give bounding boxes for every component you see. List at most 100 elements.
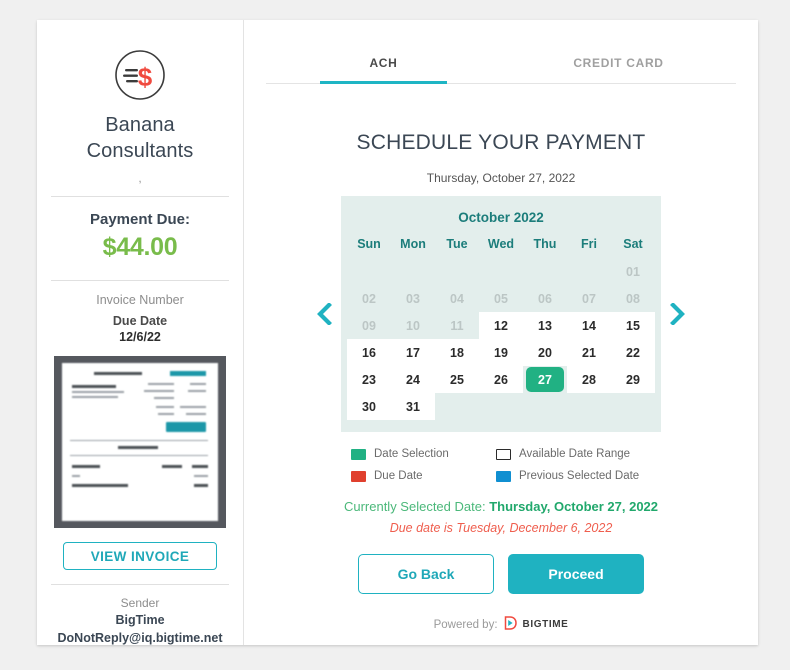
- calendar-day-cell: 08: [626, 291, 640, 306]
- tab-ach[interactable]: ACH: [266, 44, 501, 84]
- payment-due-label: Payment Due:: [89, 210, 191, 228]
- legend-due-date: Due Date: [351, 470, 496, 482]
- legend-available-range: Available Date Range: [496, 448, 651, 460]
- calendar-day-cell: [611, 393, 655, 420]
- calendar-day-cell: 01: [626, 264, 640, 279]
- dollar-motion-icon: $: [113, 48, 167, 102]
- calendar-day-cell: 07: [582, 291, 596, 306]
- due-date-value: 12/6/22: [119, 329, 161, 344]
- calendar-day-cell: [391, 258, 435, 285]
- day-header-sat: Sat: [623, 237, 643, 251]
- calendar-day-13[interactable]: 13: [523, 312, 567, 339]
- calendar-day-14[interactable]: 14: [567, 312, 611, 339]
- calendar-day-cell: [567, 258, 611, 285]
- day-header-wed: Wed: [487, 237, 515, 251]
- invoice-preview-thumbnail[interactable]: [54, 355, 226, 529]
- calendar-day-cell: [523, 393, 567, 420]
- calendar-day-headers: Sun Mon Tue Wed Thu Fri Sat: [341, 233, 661, 258]
- calendar-day-grid: 01 02 03 04 05 06 07 08 09 10 11 12 13 14 15 16 17 18 19 20…: [341, 258, 661, 420]
- calendar-month-label: October 2022: [458, 210, 544, 225]
- proceed-button[interactable]: Proceed: [508, 554, 644, 594]
- calendar-day-21[interactable]: 21: [567, 339, 611, 366]
- powered-by-label: Powered by:: [433, 618, 498, 631]
- payment-due-block: Payment Due: $44.00: [51, 197, 229, 276]
- legend-swatch-red-icon: [351, 470, 366, 482]
- calendar-day-26[interactable]: 26: [479, 366, 523, 393]
- calendar-day-20[interactable]: 20: [523, 339, 567, 366]
- legend-swatch-blue-icon: [496, 470, 511, 482]
- day-header-tue: Tue: [446, 237, 468, 251]
- calendar-day-cell: 11: [450, 318, 464, 333]
- calendar-day-cell: 09: [362, 318, 376, 333]
- calendar-day-19[interactable]: 19: [479, 339, 523, 366]
- legend-previous-selected: Previous Selected Date: [496, 470, 651, 482]
- legend-label-previous-selected: Previous Selected Date: [519, 470, 640, 482]
- calendar-day-cell: 02: [362, 291, 376, 306]
- day-header-sun: Sun: [357, 237, 381, 251]
- calendar-day-28[interactable]: 28: [567, 366, 611, 393]
- sender-email: DoNotReply@iq.bigtime.net: [57, 631, 223, 645]
- due-date-note: Due date is Tuesday, December 6, 2022: [389, 521, 613, 535]
- calendar-day-cell: [479, 258, 523, 285]
- calendar-day-22[interactable]: 22: [611, 339, 655, 366]
- page-title: SCHEDULE YOUR PAYMENT: [356, 131, 646, 154]
- selected-date-value: Thursday, October 27, 2022: [489, 499, 659, 514]
- date-picker-calendar: October 2022 Sun Mon Tue Wed Thu Fri Sat…: [341, 196, 661, 432]
- calendar-day-17[interactable]: 17: [391, 339, 435, 366]
- action-buttons: Go Back Proceed: [244, 554, 758, 594]
- calendar-day-23[interactable]: 23: [347, 366, 391, 393]
- tab-credit-card[interactable]: CREDIT CARD: [501, 44, 736, 83]
- calendar-day-cell: 03: [406, 291, 420, 306]
- view-invoice-button[interactable]: VIEW INVOICE: [63, 542, 217, 571]
- legend-swatch-white-icon: [496, 448, 511, 460]
- sender-name: BigTime: [115, 613, 165, 627]
- payment-main-panel: ACH CREDIT CARD SCHEDULE YOUR PAYMENT Th…: [244, 20, 758, 645]
- calendar-day-cell: 04: [450, 291, 464, 306]
- go-back-button[interactable]: Go Back: [358, 554, 494, 594]
- calendar-legend: Date Selection Available Date Range Due …: [351, 448, 651, 482]
- day-header-thu: Thu: [533, 237, 557, 251]
- calendar-day-cell: [347, 258, 391, 285]
- calendar-day-18[interactable]: 18: [435, 339, 479, 366]
- calendar-day-30[interactable]: 30: [347, 393, 391, 420]
- powered-by-footer: Powered by: BIGTIME: [244, 616, 758, 633]
- calendar-day-cell: 06: [538, 291, 552, 306]
- sender-block: Sender BigTime DoNotReply@iq.bigtime.net: [51, 585, 229, 645]
- invoice-sidebar: $ Banana Consultants , Payment Due: $44.…: [37, 20, 244, 645]
- bigtime-brand-name: BIGTIME: [522, 619, 569, 630]
- today-date-text: Thursday, October 27, 2022: [426, 171, 576, 185]
- calendar-day-12[interactable]: 12: [479, 312, 523, 339]
- company-name: Banana Consultants: [86, 114, 194, 162]
- legend-date-selection: Date Selection: [351, 448, 496, 460]
- calendar-day-cell: [479, 393, 523, 420]
- calendar-day-29[interactable]: 29: [611, 366, 655, 393]
- calendar-area: October 2022 Sun Mon Tue Wed Thu Fri Sat…: [244, 196, 758, 432]
- invoice-meta-block: Invoice Number Due Date 12/6/22: [51, 281, 229, 344]
- calendar-day-cell: 10: [406, 318, 420, 333]
- selected-day-pill: 27: [526, 367, 564, 392]
- calendar-day-cell: [567, 393, 611, 420]
- sender-label: Sender: [120, 596, 160, 610]
- calendar-day-cell: [523, 258, 567, 285]
- due-date-label: Due Date: [112, 313, 168, 328]
- calendar-day-27[interactable]: 27: [523, 366, 567, 393]
- svg-text:$: $: [138, 62, 153, 92]
- calendar-day-25[interactable]: 25: [435, 366, 479, 393]
- calendar-day-31[interactable]: 31: [391, 393, 435, 420]
- page-root: $ Banana Consultants , Payment Due: $44.…: [0, 0, 790, 670]
- invoice-preview-image: [62, 362, 218, 522]
- legend-label-due-date: Due Date: [374, 470, 423, 482]
- calendar-day-16[interactable]: 16: [347, 339, 391, 366]
- legend-swatch-green-icon: [351, 448, 366, 460]
- calendar-day-cell: [435, 258, 479, 285]
- calendar-day-24[interactable]: 24: [391, 366, 435, 393]
- invoice-number-label: Invoice Number: [96, 292, 184, 307]
- chevron-right-icon[interactable]: [661, 196, 695, 432]
- day-header-mon: Mon: [400, 237, 426, 251]
- bigtime-logo-icon: [504, 616, 517, 633]
- legend-label-date-selection: Date Selection: [374, 448, 449, 460]
- calendar-day-15[interactable]: 15: [611, 312, 655, 339]
- chevron-left-icon[interactable]: [307, 196, 341, 432]
- currently-selected-date: Currently Selected Date: Thursday, Octob…: [244, 499, 758, 514]
- legend-label-available-range: Available Date Range: [519, 448, 631, 460]
